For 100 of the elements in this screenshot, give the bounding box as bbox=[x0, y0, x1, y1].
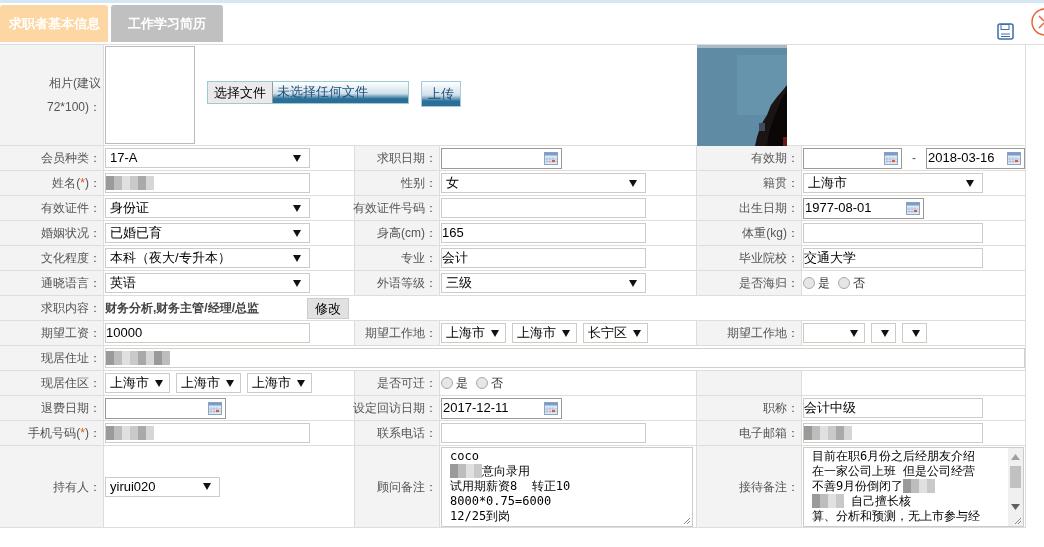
blurred-text bbox=[804, 426, 852, 440]
field-label: 婚姻状况： bbox=[0, 221, 104, 245]
note-text: 8000*0.75=6000 bbox=[450, 493, 552, 509]
field-label: 姓名(*)： bbox=[0, 171, 104, 195]
date-field[interactable]: 2018-03-16 bbox=[926, 147, 1025, 169]
blurred-text bbox=[106, 426, 154, 440]
field-label: 会员种类： bbox=[0, 146, 104, 170]
dropdown-arrow-icon bbox=[203, 483, 211, 490]
dropdown-arrow-icon bbox=[562, 329, 570, 337]
text-field[interactable]: 交通大学 bbox=[803, 248, 983, 268]
date-field[interactable] bbox=[441, 147, 562, 169]
text-field[interactable]: 会计中级 bbox=[803, 398, 983, 418]
edit-button[interactable]: 修改 bbox=[307, 297, 349, 319]
field-label: 毕业院校： bbox=[697, 246, 802, 270]
note-text: 目前在职6月份之后经朋友介绍 bbox=[812, 448, 976, 464]
radio-option[interactable]: 是 bbox=[441, 374, 468, 392]
select-field[interactable]: 英语 bbox=[105, 273, 310, 293]
note-text: 自己擅长核 bbox=[850, 493, 912, 509]
calendar-icon bbox=[906, 201, 920, 215]
text-field[interactable]: 165 bbox=[441, 223, 646, 243]
select-field[interactable]: 上海市 bbox=[247, 373, 312, 393]
text-field[interactable] bbox=[105, 348, 1025, 368]
field-label: 设定回访日期： bbox=[355, 396, 440, 420]
text-field[interactable]: 会计 bbox=[441, 248, 646, 268]
calendar-icon bbox=[208, 401, 222, 415]
scrollbar-thumb[interactable] bbox=[1010, 465, 1021, 488]
text-field[interactable]: 10000 bbox=[105, 323, 310, 343]
radio-option[interactable]: 是 bbox=[803, 274, 830, 292]
dropdown-arrow-icon bbox=[850, 329, 858, 337]
dropdown-arrow-icon bbox=[491, 329, 499, 337]
dropdown-arrow-icon bbox=[912, 329, 920, 337]
select-field[interactable]: 身份证 bbox=[105, 198, 310, 218]
text-field[interactable] bbox=[803, 223, 983, 243]
select-field[interactable]: 上海市 bbox=[441, 323, 506, 343]
notes-textarea[interactable]: 目前在职6月份之后经朋友介绍 在一家公司上班 但是公司经营 不善9月份倒闭了 自己擅长核 算、分析和预测，无上市参与经 bbox=[803, 446, 1024, 527]
close-icon[interactable] bbox=[1030, 7, 1044, 37]
select-field[interactable] bbox=[871, 323, 896, 343]
field-label: 持有人： bbox=[0, 446, 104, 527]
field-label: 相片(建议72*100)： bbox=[0, 45, 104, 145]
date-field[interactable]: 1977-08-01 bbox=[803, 197, 924, 219]
select-field[interactable]: 已婚已育 bbox=[105, 223, 310, 243]
text-field[interactable] bbox=[441, 198, 646, 218]
scroll-down-icon[interactable] bbox=[1011, 503, 1020, 510]
calendar-icon bbox=[544, 401, 558, 415]
text-field[interactable] bbox=[803, 423, 983, 443]
scrollbar[interactable] bbox=[1008, 447, 1023, 526]
dropdown-arrow-icon bbox=[293, 154, 301, 162]
blurred-text bbox=[106, 176, 154, 190]
select-field[interactable] bbox=[902, 323, 927, 343]
date-field[interactable]: 2017-12-11 bbox=[441, 397, 562, 419]
field-label: 有效证件： bbox=[0, 196, 104, 220]
save-icon[interactable] bbox=[997, 23, 1014, 40]
text-field[interactable] bbox=[441, 423, 646, 443]
select-field[interactable]: 女 bbox=[441, 173, 646, 193]
date-field[interactable] bbox=[105, 397, 226, 419]
note-text: 意向录用 bbox=[482, 463, 530, 479]
radio-option[interactable]: 否 bbox=[838, 274, 865, 292]
field-label: 身高(cm)： bbox=[355, 221, 440, 245]
select-field[interactable]: yirui020 bbox=[105, 476, 220, 497]
file-input[interactable]: 选择文件 未选择任何文件 bbox=[207, 81, 409, 104]
select-field[interactable]: 本科（夜大/专升本） bbox=[105, 248, 310, 268]
select-field[interactable] bbox=[803, 323, 865, 343]
select-field[interactable]: 三级 bbox=[441, 273, 646, 293]
dropdown-arrow-icon bbox=[966, 179, 974, 187]
field-label: 有效期： bbox=[697, 146, 802, 170]
field-label: 职称： bbox=[697, 396, 802, 420]
select-field[interactable]: 长宁区 bbox=[583, 323, 648, 343]
radio-option[interactable]: 否 bbox=[476, 374, 503, 392]
note-text: 12/25到岗 bbox=[450, 508, 511, 524]
dropdown-arrow-icon bbox=[293, 204, 301, 212]
note-text: 试用期薪资8 转正10 bbox=[450, 478, 571, 494]
field-label: 退费日期： bbox=[0, 396, 104, 420]
resize-grip-icon[interactable] bbox=[1014, 516, 1022, 525]
select-field[interactable]: 上海市 bbox=[803, 173, 983, 193]
select-field[interactable]: 上海市 bbox=[176, 373, 241, 393]
upload-button[interactable]: 上传 bbox=[421, 81, 461, 107]
note-text: 在一家公司上班 但是公司经营 bbox=[812, 463, 976, 479]
field-label: 期望工作地： bbox=[355, 321, 440, 345]
field-label: 专业： bbox=[355, 246, 440, 270]
text-field[interactable] bbox=[105, 173, 310, 193]
resize-grip-icon[interactable] bbox=[683, 516, 691, 525]
field-label: 文化程度： bbox=[0, 246, 104, 270]
field-label: 体重(kg)： bbox=[697, 221, 802, 245]
select-field[interactable]: 上海市 bbox=[105, 373, 170, 393]
text-field[interactable] bbox=[105, 423, 310, 443]
select-field[interactable]: 17-A bbox=[105, 148, 310, 168]
field-label: 现居住区： bbox=[0, 371, 104, 395]
dropdown-arrow-icon bbox=[155, 379, 163, 387]
field-label: 电子邮箱： bbox=[697, 421, 802, 445]
note-text: 不善9月份倒闭了 bbox=[812, 478, 904, 494]
dropdown-arrow-icon bbox=[629, 279, 637, 287]
note-text: 算、分析和预测，无上市参与经 bbox=[812, 508, 980, 524]
scroll-up-icon[interactable] bbox=[1011, 453, 1020, 460]
range-dash: - bbox=[911, 150, 917, 167]
dropdown-arrow-icon bbox=[293, 254, 301, 262]
dropdown-arrow-icon bbox=[293, 229, 301, 237]
notes-textarea[interactable]: coco 意向录用 试用期薪资8 转正10 8000*0.75=6000 12/25到岗 bbox=[441, 446, 693, 527]
date-field[interactable] bbox=[803, 147, 902, 169]
select-field[interactable]: 上海市 bbox=[512, 323, 577, 343]
blurred-text bbox=[106, 351, 170, 365]
